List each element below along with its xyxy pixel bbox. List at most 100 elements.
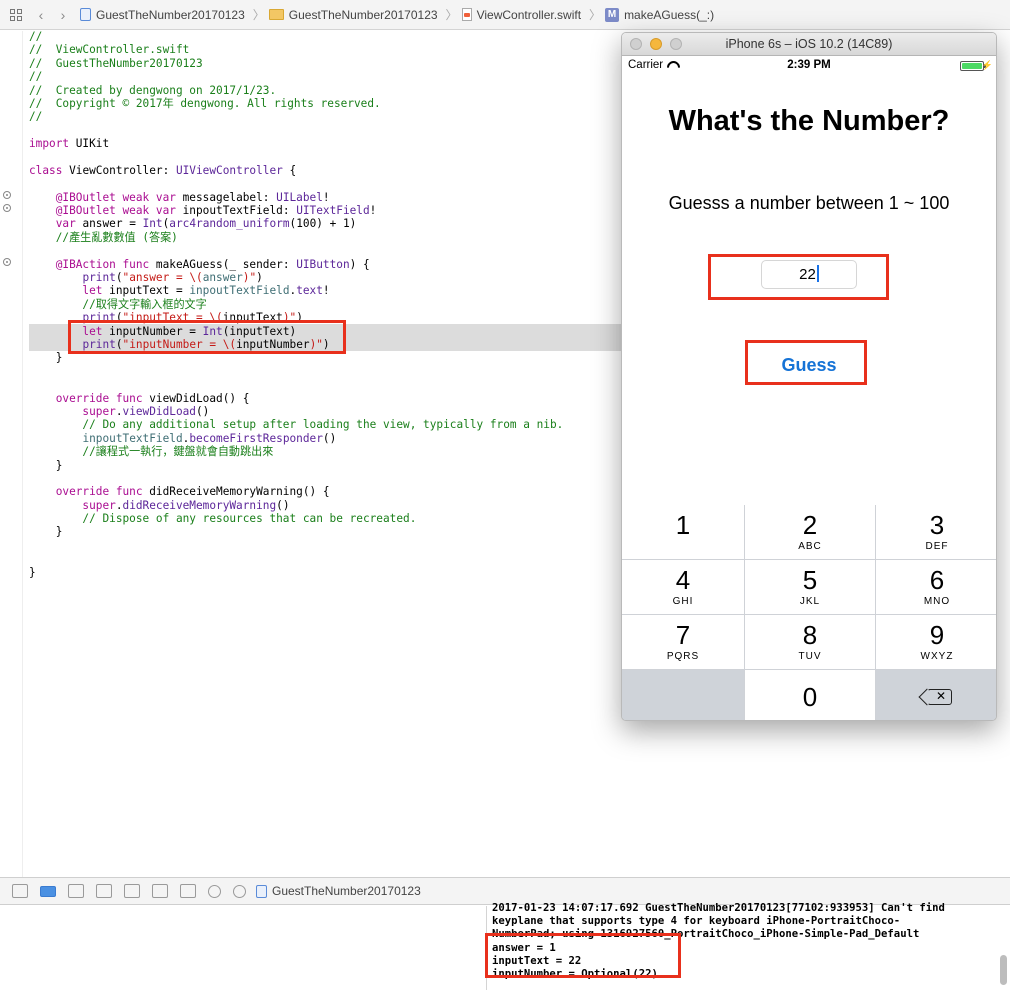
annotation-box-console	[485, 933, 681, 978]
code-line[interactable]: override func viewDidLoad() {	[29, 392, 629, 405]
code-line[interactable]: //產生亂數數值 (答案)	[29, 231, 629, 244]
code-line[interactable]	[29, 365, 629, 378]
key-6[interactable]: 6 MNO	[876, 560, 996, 614]
location-icon[interactable]	[233, 884, 246, 898]
key-5[interactable]: 5 JKL	[745, 560, 875, 614]
code-line[interactable]: //取得文字輸入框的文字	[29, 298, 629, 311]
status-time: 2:39 PM	[787, 59, 831, 71]
code-line[interactable]: super.didReceiveMemoryWarning()	[29, 499, 629, 512]
back-icon[interactable]: ‹	[32, 6, 50, 24]
outlet-connection-icon[interactable]	[3, 204, 11, 212]
code-line[interactable]: class ViewController: UIViewController {	[29, 164, 629, 177]
code-line[interactable]: //	[29, 110, 629, 123]
forward-icon[interactable]: ›	[54, 6, 72, 24]
code-line[interactable]: //讓程式一執行，鍵盤就會自動跳出來	[29, 445, 629, 458]
code-editor[interactable]: //// ViewController.swift// GuestTheNumb…	[29, 30, 629, 579]
jump-bar-project-label: GuestTheNumber20170123	[96, 7, 245, 22]
breakpoints-toggle-icon[interactable]	[40, 885, 56, 897]
code-token: // Do any additional setup after loading…	[29, 418, 564, 432]
code-line[interactable]: // Dispose of any resources that can be …	[29, 512, 629, 525]
code-token: {	[282, 163, 297, 177]
key-3[interactable]: 3 DEF	[876, 505, 996, 559]
code-line[interactable]: inpoutTextField.becomeFirstResponder()	[29, 432, 629, 445]
code-line[interactable]: }	[29, 566, 629, 579]
grid-icon[interactable]	[10, 8, 22, 21]
code-line[interactable]: @IBOutlet weak var inpoutTextField: UITe…	[29, 204, 629, 217]
code-line[interactable]	[29, 244, 629, 257]
step-out-icon[interactable]	[152, 884, 168, 898]
jump-bar-method[interactable]: M makeAGuess(_:)	[605, 7, 714, 22]
step-over-icon[interactable]	[96, 884, 112, 898]
code-line[interactable]: override func didReceiveMemoryWarning() …	[29, 485, 629, 498]
key-letters: MNO	[923, 596, 951, 607]
code-line[interactable]	[29, 552, 629, 565]
debug-target[interactable]: GuestTheNumber20170123	[256, 884, 421, 898]
jump-bar-file[interactable]: ViewController.swift	[461, 8, 581, 22]
code-line[interactable]: }	[29, 459, 629, 472]
code-token: (	[115, 271, 123, 285]
code-line[interactable]	[29, 177, 629, 190]
memory-graph-icon[interactable]	[208, 884, 221, 898]
code-token: )	[256, 271, 263, 285]
jump-bar-folder[interactable]: GuestTheNumber20170123	[268, 8, 438, 22]
code-line[interactable]: var answer = Int(arc4random_uniform(100)…	[29, 217, 629, 230]
ios-status-bar: Carrier 2:39 PM ⚡	[622, 56, 996, 75]
code-line[interactable]: // GuestTheNumber20170123	[29, 57, 629, 70]
outlet-connection-icon[interactable]	[3, 191, 11, 199]
code-line[interactable]: //	[29, 30, 629, 43]
code-line[interactable]: print("answer = \(answer)")	[29, 271, 629, 284]
code-token: "answer = \(	[122, 271, 203, 285]
code-line[interactable]: // ViewController.swift	[29, 43, 629, 56]
minimize-window-button[interactable]	[650, 38, 662, 50]
code-token: //	[29, 70, 43, 84]
pause-icon[interactable]	[68, 884, 84, 898]
code-line[interactable]	[29, 472, 629, 485]
jump-bar-project[interactable]: GuestTheNumber20170123	[80, 8, 245, 22]
view-hierarchy-icon[interactable]	[180, 884, 196, 898]
step-into-icon[interactable]	[124, 884, 140, 898]
editor-gutter[interactable]	[0, 31, 23, 877]
zoom-window-button[interactable]	[670, 38, 682, 50]
key-2[interactable]: 2 ABC	[745, 505, 875, 559]
code-token: // Dispose of any resources that can be …	[29, 512, 417, 526]
key-4[interactable]: 4 GHI	[622, 560, 744, 614]
console-scrollbar[interactable]	[1000, 955, 1007, 985]
code-line[interactable]: @IBAction func makeAGuess(_ sender: UIBu…	[29, 258, 629, 271]
key-7[interactable]: 7 PQRS	[622, 615, 744, 669]
project-icon	[80, 8, 91, 21]
hide-debug-area-icon[interactable]	[12, 884, 28, 898]
code-line[interactable]: let inputText = inpoutTextField.text!	[29, 284, 629, 297]
code-line[interactable]: @IBOutlet weak var messagelabel: UILabel…	[29, 191, 629, 204]
key-digit: 8	[802, 620, 818, 650]
code-line[interactable]: // Do any additional setup after loading…	[29, 418, 629, 431]
code-line[interactable]: super.viewDidLoad()	[29, 405, 629, 418]
key-letters: PQRS	[666, 651, 700, 662]
code-token: becomeFirstResponder	[189, 431, 323, 445]
key-digit: 4	[675, 565, 691, 595]
code-line[interactable]: }	[29, 525, 629, 538]
code-line[interactable]: // Copyright © 2017年 dengwong. All right…	[29, 97, 629, 110]
code-token: // Copyright © 2017年 dengwong. All right…	[29, 96, 381, 110]
code-token: .	[115, 404, 123, 418]
key-digit: 1	[675, 510, 691, 540]
code-token: UITextField	[296, 204, 370, 218]
code-line[interactable]	[29, 378, 629, 391]
action-connection-icon[interactable]	[3, 258, 11, 266]
code-line[interactable]: import UIKit	[29, 137, 629, 150]
code-line[interactable]	[29, 539, 629, 552]
code-token: ()	[322, 431, 337, 445]
close-window-button[interactable]	[630, 38, 642, 50]
code-line[interactable]: // Created by dengwong on 2017/1/23.	[29, 84, 629, 97]
delete-key[interactable]: ✕	[876, 670, 996, 720]
key-8[interactable]: 8 TUV	[745, 615, 875, 669]
code-token: }	[29, 525, 63, 539]
code-line[interactable]	[29, 151, 629, 164]
key-1[interactable]: 1	[622, 505, 744, 559]
code-token: // ViewController.swift	[29, 43, 190, 57]
simulator-title-bar[interactable]: iPhone 6s – iOS 10.2 (14C89)	[622, 33, 996, 56]
key-0[interactable]: 0	[745, 670, 875, 720]
code-line[interactable]: //	[29, 70, 629, 83]
code-line[interactable]	[29, 124, 629, 137]
key-9[interactable]: 9 WXYZ	[876, 615, 996, 669]
simulator-title: iPhone 6s – iOS 10.2 (14C89)	[725, 37, 893, 51]
